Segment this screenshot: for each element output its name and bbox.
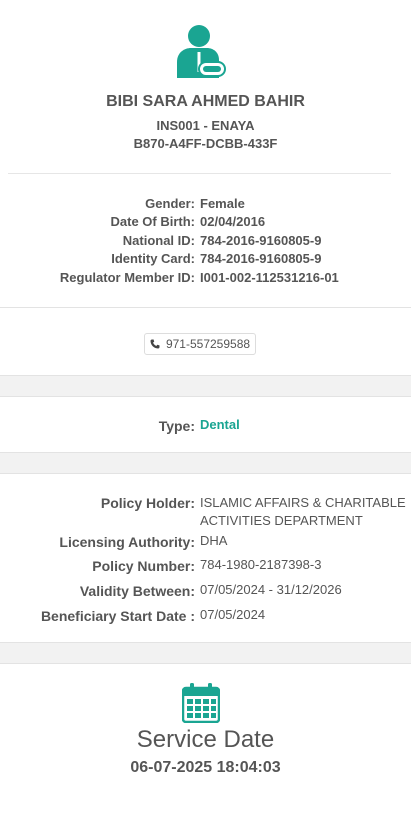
coverage-type-value: Dental: [200, 417, 240, 432]
detail-value: Female: [200, 196, 245, 211]
policy-holder-line2: ACTIVITIES DEPARTMENT: [200, 513, 363, 528]
calendar-icon: [182, 683, 220, 723]
service-date-value: 06-07-2025 18:04:03: [130, 759, 281, 776]
divider: [0, 307, 411, 308]
detail-label: National ID:: [122, 233, 195, 248]
section-separator: [0, 452, 411, 474]
card-id: B870-A4FF-DCBB-433F: [133, 136, 278, 151]
insurer-code: INS001 - ENAYA: [156, 118, 255, 133]
phone-icon: [150, 339, 160, 349]
divider: [8, 173, 391, 174]
start-date-label: Beneficiary Start Date :: [40, 608, 195, 624]
detail-label: Regulator Member ID:: [59, 270, 195, 285]
detail-label: Identity Card:: [111, 251, 195, 266]
start-date-value: 07/05/2024: [200, 607, 266, 622]
detail-label: Gender:: [145, 196, 195, 211]
policy-holder-label: Policy Holder:: [100, 495, 195, 511]
detail-value: 784-2016-9160805-9: [200, 233, 322, 248]
validity-label: Validity Between:: [79, 583, 195, 599]
patient-avatar-icon: [177, 25, 226, 78]
service-date-label: Service Date: [136, 726, 275, 753]
patient-name: BIBI SARA AHMED BAHIR: [106, 93, 305, 110]
detail-value: I001-002-112531216-01: [200, 270, 339, 285]
detail-value: 784-2016-9160805-9: [200, 251, 322, 266]
patient-profile: BIBI SARA AHMED BAHIR INS001 - ENAYA B87…: [0, 0, 411, 307]
section-separator: [0, 375, 411, 397]
policy-number-value: 784-1980-2187398-3: [200, 557, 322, 572]
policy-holder-line1: ISLAMIC AFFAIRS & CHARITABLE: [200, 495, 406, 510]
phone-number: 971-557259588: [165, 337, 251, 351]
validity-value: 07/05/2024 - 31/12/2026: [200, 582, 342, 597]
detail-label: Date Of Birth:: [110, 214, 196, 229]
licensing-authority-label: Licensing Authority:: [59, 534, 195, 550]
coverage-type-label: Type:: [158, 418, 195, 434]
phone-chip[interactable]: 971-557259588: [144, 333, 256, 355]
licensing-authority-value: DHA: [200, 533, 228, 548]
section-separator: [0, 642, 411, 664]
detail-value: 02/04/2016: [200, 214, 266, 229]
policy-number-label: Policy Number:: [92, 558, 195, 574]
